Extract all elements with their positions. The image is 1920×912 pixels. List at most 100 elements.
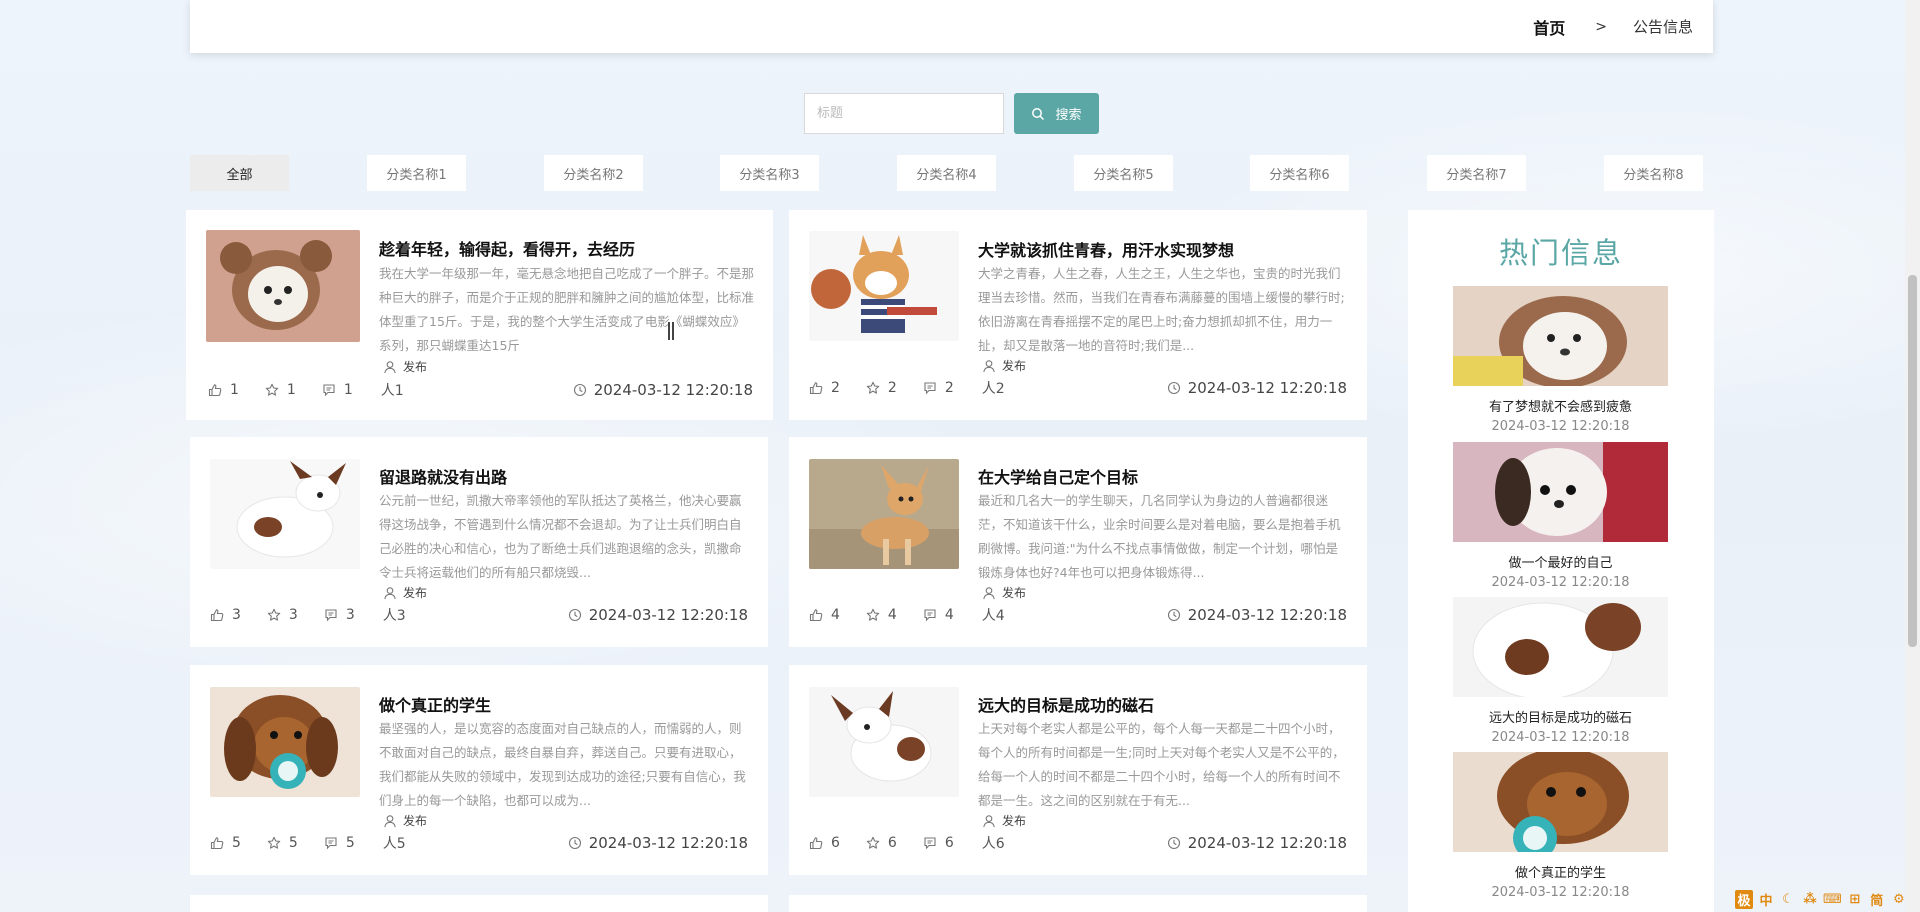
tab-category-2[interactable]: 分类名称2 xyxy=(544,155,643,191)
ime-simplified-toggle[interactable]: 简 xyxy=(1868,890,1886,909)
favorite-stat[interactable]: 4 xyxy=(866,607,897,623)
ime-grid-icon[interactable]: ⊞ xyxy=(1846,892,1864,907)
hot-item-title[interactable]: 有了梦想就不会感到疲惫 xyxy=(1453,396,1668,415)
comment-count: 3 xyxy=(345,607,355,623)
ime-logo-icon[interactable]: 极 xyxy=(1735,889,1753,909)
like-count: 3 xyxy=(232,607,241,623)
article-title[interactable]: 趁着年轻，输得起，看得开，去经历 xyxy=(379,236,635,260)
article-publisher: 发布 xyxy=(982,357,1026,374)
tab-category-5[interactable]: 分类名称5 xyxy=(1074,155,1173,191)
like-stat[interactable]: 4 xyxy=(809,607,840,623)
article-publisher: 发布 xyxy=(982,584,1026,601)
star-icon xyxy=(866,381,880,395)
article-meta: 5 5 5 人5 2024-03-12 12:20:18 xyxy=(210,833,748,853)
user-icon xyxy=(383,814,397,828)
comment-icon xyxy=(324,836,338,850)
favorite-stat[interactable]: 2 xyxy=(866,380,897,396)
article-title[interactable]: 做个真正的学生 xyxy=(379,692,491,716)
page-scrollbar[interactable] xyxy=(1905,0,1920,912)
hot-item-image-dog[interactable] xyxy=(1453,597,1668,697)
article-thumbnail-dog[interactable] xyxy=(210,459,360,569)
article-card[interactable]: 在大学给自己定个目标 最近和几名大一的学生聊天，几名同学认为身边的人普遍都很迷茫… xyxy=(789,437,1367,647)
article-title[interactable]: 大学就该抓住青春，用汗水实现梦想 xyxy=(978,237,1234,261)
star-icon xyxy=(267,608,281,622)
article-author: 人6 xyxy=(981,836,1005,852)
comment-stat[interactable]: 2 xyxy=(923,380,954,396)
ime-language-toggle[interactable]: 中 xyxy=(1757,890,1775,909)
article-thumbnail-dog[interactable] xyxy=(206,230,360,342)
comment-count: 2 xyxy=(944,380,954,396)
article-card[interactable]: 大学就该抓住青春，用汗水实现梦想 大学之青春，人生之春，人生之王，人生之华也，宝… xyxy=(789,210,1367,420)
search-input[interactable] xyxy=(804,93,1004,134)
article-thumbnail-dog[interactable] xyxy=(809,231,959,341)
hot-item[interactable]: 做一个最好的自己 2024-03-12 12:20:18 xyxy=(1453,442,1668,590)
article-title[interactable]: 远大的目标是成功的磁石 xyxy=(978,692,1154,716)
like-stat[interactable]: 2 xyxy=(809,380,840,396)
breadcrumb-home[interactable]: 首页 xyxy=(1533,15,1565,39)
hot-item[interactable]: 有了梦想就不会感到疲惫 2024-03-12 12:20:18 xyxy=(1453,286,1668,434)
like-stat[interactable]: 6 xyxy=(809,835,840,851)
hot-item[interactable]: 做个真正的学生 2024-03-12 12:20:18 xyxy=(1453,752,1668,900)
tab-category-7[interactable]: 分类名称7 xyxy=(1427,155,1526,191)
favorite-stat[interactable]: 5 xyxy=(267,835,298,851)
comment-stat[interactable]: 3 xyxy=(324,607,355,623)
comment-stat[interactable]: 6 xyxy=(923,835,954,851)
tab-all[interactable]: 全部 xyxy=(190,155,289,191)
article-card-partial[interactable] xyxy=(789,895,1367,912)
tab-category-3[interactable]: 分类名称3 xyxy=(720,155,819,191)
article-excerpt: 我在大学一年级那一年，毫无悬念地把自己吃成了一个胖子。不是那种巨大的胖子，而是介… xyxy=(379,266,754,353)
hot-item-title[interactable]: 做一个最好的自己 xyxy=(1453,552,1668,571)
search-button[interactable]: 搜索 xyxy=(1014,93,1099,134)
hot-item-image-dog[interactable] xyxy=(1453,752,1668,852)
tab-category-8[interactable]: 分类名称8 xyxy=(1604,155,1703,191)
article-thumbnail-dog[interactable] xyxy=(210,687,360,797)
favorite-count: 3 xyxy=(288,607,298,623)
favorite-stat[interactable]: 1 xyxy=(265,382,296,398)
article-card[interactable]: 留退路就没有出路 公元前一世纪，凯撒大帝率领他的军队抵达了英格兰，他决心要赢得这… xyxy=(190,437,768,647)
scrollbar-thumb[interactable] xyxy=(1908,275,1917,647)
favorite-stat[interactable]: 6 xyxy=(866,835,897,851)
like-stat[interactable]: 1 xyxy=(208,382,239,398)
article-meta: 6 6 6 人6 2024-03-12 12:20:18 xyxy=(809,833,1347,853)
article-title[interactable]: 在大学给自己定个目标 xyxy=(978,464,1138,488)
comment-stat[interactable]: 5 xyxy=(324,835,355,851)
hot-item-title[interactable]: 远大的目标是成功的磁石 xyxy=(1453,707,1668,726)
article-card-partial[interactable] xyxy=(190,895,768,912)
article-card[interactable]: 趁着年轻，输得起，看得开，去经历 我在大学一年级那一年，毫无悬念地把自己吃成了一… xyxy=(186,210,773,420)
article-time-text: 2024-03-12 12:20:18 xyxy=(1187,834,1347,852)
clock-icon xyxy=(573,383,587,397)
hot-item-title[interactable]: 做个真正的学生 xyxy=(1453,862,1668,881)
favorite-stat[interactable]: 3 xyxy=(267,607,298,623)
hot-item-time: 2024-03-12 12:20:18 xyxy=(1491,575,1630,590)
article-card[interactable]: 远大的目标是成功的磁石 上天对每个老实人都是公平的，每个人每一天都是二十四个小时… xyxy=(789,665,1367,875)
ime-punctuation-icon[interactable]: ⁂ xyxy=(1801,892,1819,907)
article-thumbnail-dog[interactable] xyxy=(809,459,959,569)
star-icon xyxy=(267,836,281,850)
article-time: 2024-03-12 12:20:18 xyxy=(568,606,748,624)
thumbs-up-icon xyxy=(809,836,823,850)
hot-item[interactable]: 远大的目标是成功的磁石 2024-03-12 12:20:18 xyxy=(1453,597,1668,745)
article-thumbnail-dog[interactable] xyxy=(809,687,959,797)
comment-icon xyxy=(923,836,937,850)
tab-category-6[interactable]: 分类名称6 xyxy=(1250,155,1349,191)
comment-stat[interactable]: 4 xyxy=(923,607,954,623)
article-meta: 1 1 1 人1 2024-03-12 12:20:18 xyxy=(208,380,753,400)
article-card[interactable]: 做个真正的学生 最坚强的人，是以宽容的态度面对自己缺点的人，而懦弱的人，则不敢面… xyxy=(190,665,768,875)
hot-item-image-dog[interactable] xyxy=(1453,442,1668,542)
article-title[interactable]: 留退路就没有出路 xyxy=(379,464,507,488)
like-stat[interactable]: 3 xyxy=(210,607,241,623)
ime-keyboard-icon[interactable]: ⌨ xyxy=(1823,892,1842,907)
ime-moon-icon[interactable]: ☾ xyxy=(1779,892,1797,907)
ime-settings-icon[interactable]: ⚙ xyxy=(1890,892,1908,907)
article-author: 人3 xyxy=(382,608,406,624)
tab-category-4[interactable]: 分类名称4 xyxy=(897,155,996,191)
comment-stat[interactable]: 1 xyxy=(322,382,353,398)
hot-item-image-dog[interactable] xyxy=(1453,286,1668,386)
publish-label: 发布 xyxy=(403,814,428,828)
article-excerpt: 上天对每个老实人都是公平的，每个人每一天都是二十四个小时，每个人的所有时间都是一… xyxy=(978,721,1345,808)
star-icon xyxy=(866,608,880,622)
like-stat[interactable]: 5 xyxy=(210,835,241,851)
tab-category-1[interactable]: 分类名称1 xyxy=(367,155,466,191)
article-meta: 4 4 4 人4 2024-03-12 12:20:18 xyxy=(809,605,1347,625)
publish-label: 发布 xyxy=(1002,586,1027,600)
